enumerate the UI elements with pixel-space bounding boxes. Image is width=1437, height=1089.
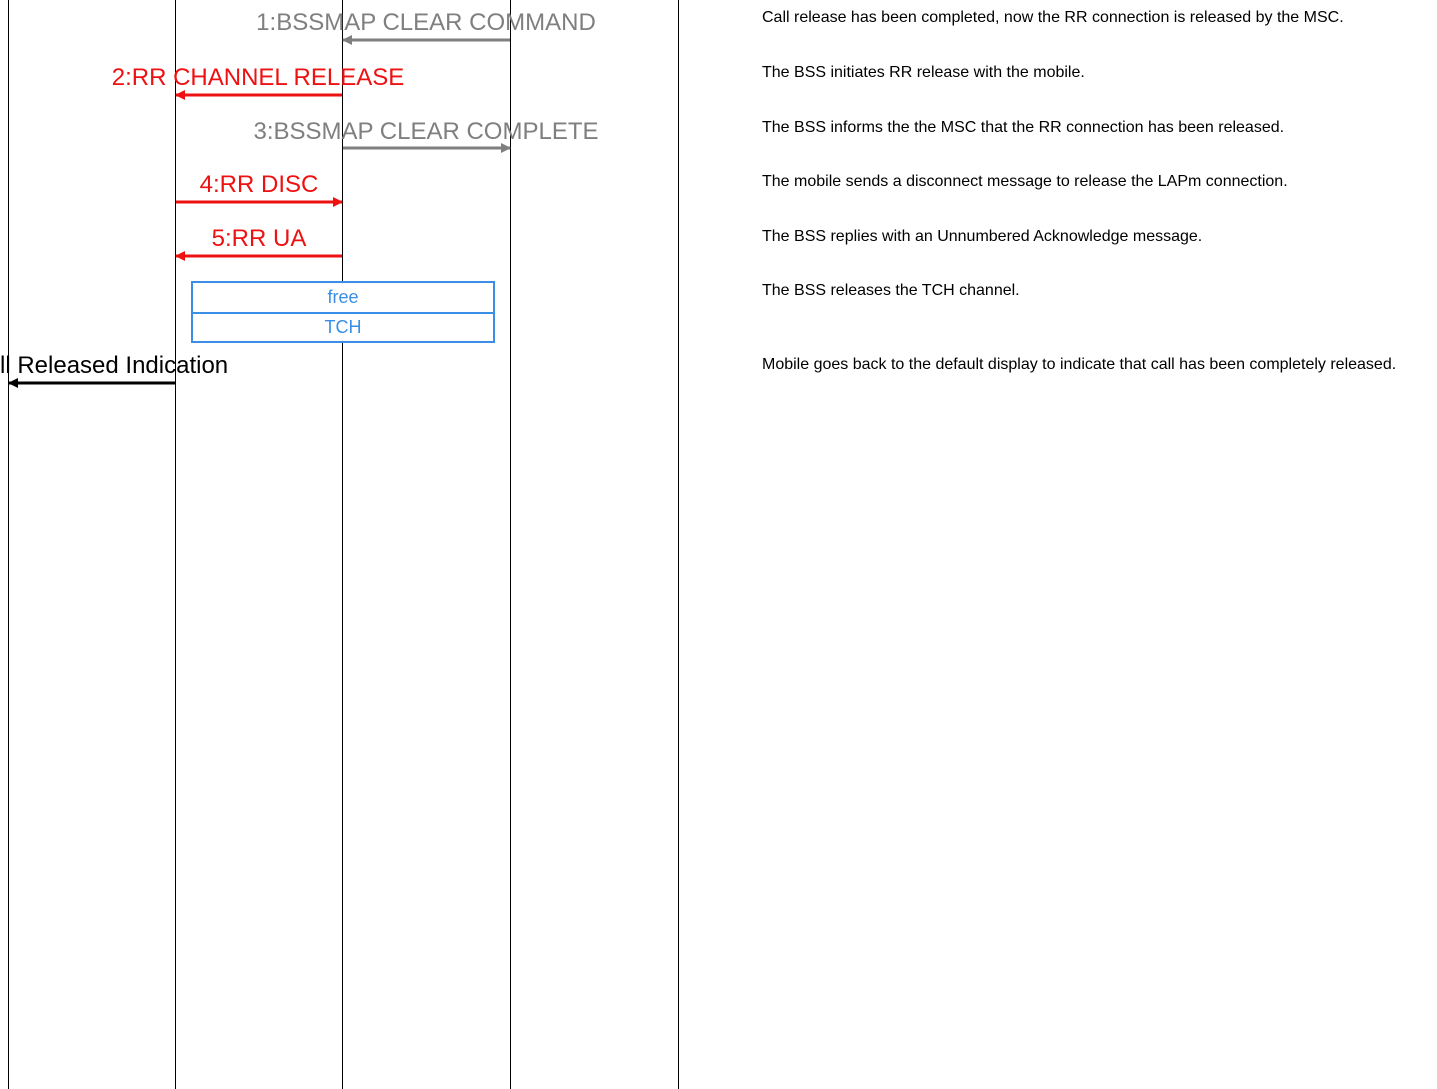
sequence-diagram: 1:BSSMAP CLEAR COMMAND 2:RR CHANNEL RELE…: [0, 0, 679, 1089]
description-1: Call release has been completed, now the…: [762, 9, 1344, 26]
description-3: The BSS informs the the MSC that the RR …: [762, 119, 1285, 136]
message-4-label: 4:RR DISC: [200, 171, 319, 198]
action-box-line-2: TCH: [193, 312, 493, 341]
message-2-label: 2:RR CHANNEL RELEASE: [112, 64, 405, 91]
action-box-line-1: free: [327, 287, 359, 307]
description-5: The BSS replies with an Unnumbered Ackno…: [762, 228, 1203, 245]
description-2: The BSS initiates RR release with the mo…: [762, 64, 1085, 81]
message-3-label: 3:BSSMAP CLEAR COMPLETE: [254, 118, 599, 145]
message-1-label: 1:BSSMAP CLEAR COMMAND: [256, 9, 596, 36]
message-6-label: ll Released Indication: [0, 352, 228, 379]
free-tch-action-box: free TCH: [191, 281, 495, 343]
description-4: The mobile sends a disconnect message to…: [762, 173, 1288, 190]
description-6: The BSS releases the TCH channel.: [762, 282, 1020, 299]
description-7: Mobile goes back to the default display …: [762, 356, 1397, 373]
message-5-label: 5:RR UA: [212, 225, 307, 252]
